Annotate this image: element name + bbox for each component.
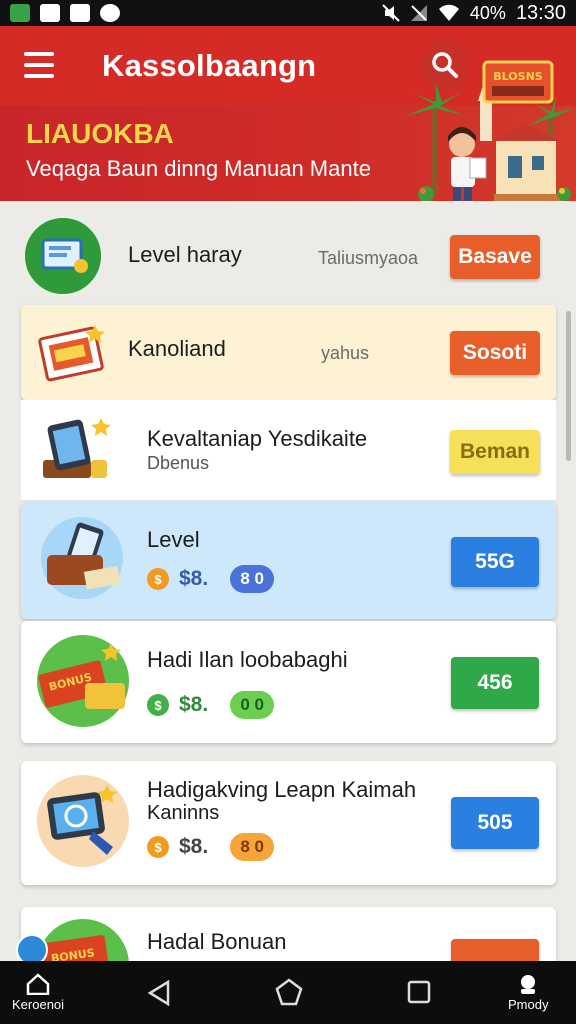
coin-icon: $ [147,694,169,716]
home-icon [26,973,50,995]
list-item[interactable]: Kanoliand yahus Sosoti [21,305,556,400]
navigation-bar: Keroenoi Pmody [0,961,576,1024]
row-subtext: yahus [321,343,370,363]
offers-list[interactable]: Level haray Taliusmyaoa Basave Kanoliand… [0,201,576,961]
reward-badges: $ $8. 8 0 [147,565,275,593]
row-action-button[interactable]: 505 [451,797,539,849]
price-text: $8. [179,567,209,590]
list-item-selected[interactable]: Level $ $8. 8 0 55G [21,501,556,619]
row-action-button[interactable]: Beman [450,430,540,474]
image-icon [70,4,90,22]
row-title: Level [147,527,200,552]
row-title: Hadi Ilan loobabaghi [147,647,348,672]
nav-label: Pmody [508,997,549,1012]
sync-icon [100,4,120,22]
row-title: Hadal Bonuan [147,929,287,954]
wallet-phone-icon [41,517,123,599]
row-title: Hadigakving Leapn Kaimah [147,777,417,802]
sign-text: BLOSNS [493,70,542,83]
row-subtext: Taliusmyaoa [318,248,419,268]
battery-text: 40% [469,2,506,23]
wifi-icon [438,4,459,21]
monitor-icon [22,215,104,297]
points-pill: 0 0 [230,691,275,719]
app-header: Kassolbaangn LIAUOKBA Veqaga Baun dinng … [0,26,576,201]
reward-badges: $ $8. 8 0 [147,833,275,861]
coin-icon: $ [147,836,169,858]
row-action-button[interactable]: Sosoti [450,331,540,375]
tablet-icon [43,418,111,478]
app-icon [10,4,30,22]
row-subtitle: Dbenus [147,453,210,473]
row-title: Kanoliand [128,336,226,361]
bonus-ticket-icon: BONUS [37,919,129,961]
row-title: Kevaltaniap Yesdikaite [147,426,368,451]
row-action-button[interactable]: 456 [451,657,539,709]
nav-home[interactable]: Keroenoi [12,973,64,1012]
back-icon[interactable] [146,979,172,1007]
list-item[interactable]: Kevaltaniap Yesdikaite Dbenus Beman [21,400,556,500]
row-action-button[interactable] [451,939,539,961]
nav-profile[interactable]: Pmody [508,973,548,1012]
coin-icon: $ [147,568,169,590]
scrollbar[interactable] [566,311,571,461]
points-pill: 8 0 [230,833,275,861]
list-item[interactable]: BONUS Hadi Ilan loobabaghi $ $8. 0 0 456 [21,621,556,743]
image-icon [40,4,60,22]
list-item[interactable]: BONUS Hadal Bonuan [21,907,556,961]
reward-badges: $ $8. 0 0 [147,691,275,719]
menu-icon[interactable] [24,52,54,78]
lottery-ticket-icon [38,325,105,382]
recents-icon[interactable] [406,979,432,1005]
list-item[interactable]: Hadigakving Leapn Kaimah Kaninns $ $8. 8… [21,761,556,885]
nav-label: Keroenoi [12,997,65,1012]
list-item[interactable]: Level haray Taliusmyaoa Basave [0,201,576,311]
app-title: Kassolbaangn [102,48,317,83]
price-text: $8. [179,835,209,858]
profile-icon [521,975,536,994]
tablet-tap-icon [37,775,129,867]
banner-title: LIAUOKBA [26,118,174,149]
bonus-ticket-icon: BONUS [37,635,129,727]
banner-subtitle: Veqaga Baun dinng Manuan Mante [26,156,371,181]
clock: 13:30 [515,1,566,24]
mute-icon [382,4,400,22]
row-subtitle: Kaninns [147,802,220,824]
price-text: $8. [179,693,209,716]
no-signal-icon [410,5,427,21]
home-circle-icon[interactable] [274,977,304,1007]
row-action-button[interactable]: Basave [450,235,540,279]
status-bar: 40% 13:30 [0,0,576,26]
row-action-button[interactable]: 55G [451,537,539,587]
points-pill: 8 0 [230,565,275,593]
village-illustration: BLOSNS [406,60,574,201]
row-title: Level haray [128,242,242,267]
